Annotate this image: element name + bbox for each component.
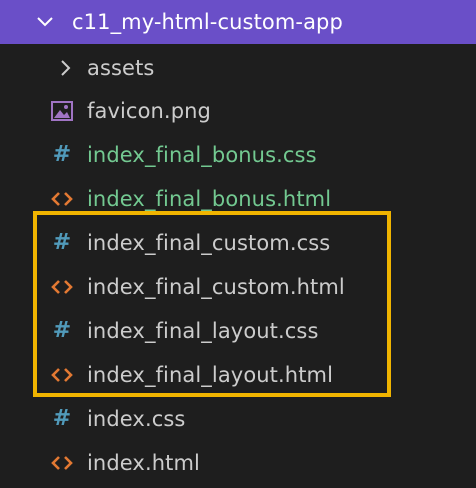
file-label: index.html [87,451,200,475]
file-label: index_final_bonus.css [87,143,317,167]
file-label: index_final_custom.html [87,275,345,299]
file-row-favicon-png[interactable]: favicon.png [0,89,476,133]
file-row-index-html[interactable]: index.html [0,441,476,485]
html-code-icon [51,452,73,474]
css-hash-icon: # [52,318,72,343]
file-row-index-final-layout-html[interactable]: index_final_layout.html [0,353,476,397]
html-code-icon [51,188,73,210]
file-label: index_final_layout.html [87,363,334,387]
file-row-index-final-layout-css[interactable]: # index_final_layout.css [0,309,476,353]
folder-row-assets[interactable]: assets [0,46,476,90]
folder-row-c11-my-html-custom-app[interactable]: c11_my-html-custom-app [0,0,476,44]
file-row-index-final-bonus-html[interactable]: index_final_bonus.html [0,177,476,221]
file-label: index_final_bonus.html [87,187,332,211]
html-code-icon [51,276,73,298]
css-hash-icon: # [52,406,72,431]
file-row-index-final-bonus-css[interactable]: # index_final_bonus.css [0,133,476,177]
file-row-index-final-custom-css[interactable]: # index_final_custom.css [0,221,476,265]
file-label: index_final_custom.css [87,231,331,255]
file-label: index_final_layout.css [87,319,319,343]
image-file-icon [51,100,73,122]
file-label: index.css [87,407,186,431]
chevron-down-icon [34,11,56,33]
file-label: assets [87,56,155,80]
file-label: favicon.png [87,99,211,123]
file-row-index-final-custom-html[interactable]: index_final_custom.html [0,265,476,309]
css-hash-icon: # [52,230,72,255]
folder-name: c11_my-html-custom-app [72,10,343,34]
chevron-right-icon [55,57,77,79]
html-code-icon [51,364,73,386]
css-hash-icon: # [52,142,72,167]
file-row-index-css[interactable]: # index.css [0,397,476,441]
file-explorer: c11_my-html-custom-app assets favicon.pn… [0,0,476,488]
